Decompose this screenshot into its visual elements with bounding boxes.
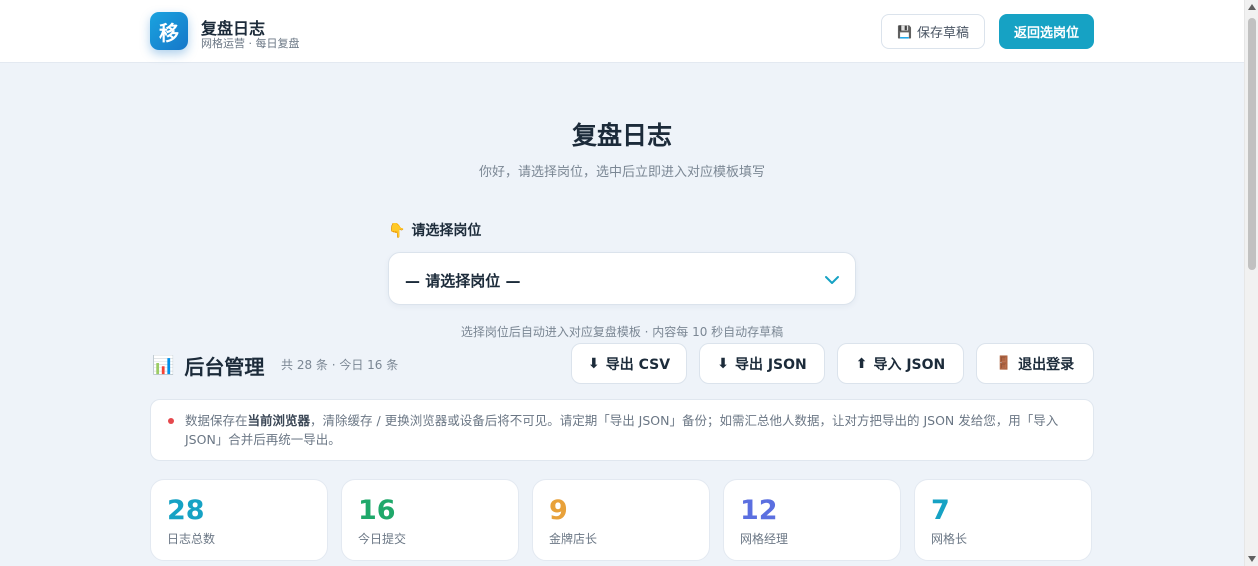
download-icon: ⬇ xyxy=(717,355,729,372)
stat-value: 9 xyxy=(549,495,568,526)
stat-label: 今日提交 xyxy=(358,532,407,546)
scrollbar-thumb[interactable] xyxy=(1248,18,1256,270)
admin-section-title: 📊 后台管理 xyxy=(152,355,265,379)
stat-label: 网格经理 xyxy=(740,532,789,546)
red-dot-icon xyxy=(168,418,174,424)
storage-notice: 数据保存在当前浏览器，清除缓存 / 更换浏览器或设备后将不可见。请定期「导出 J… xyxy=(150,399,1094,461)
page-subtitle: 你好，请选择岗位，选中后立即进入对应模板填写 xyxy=(478,165,765,180)
stat-card-today: 16 今日提交 xyxy=(341,479,519,561)
page-scrollbar[interactable] xyxy=(1244,0,1258,566)
stat-value: 16 xyxy=(358,495,396,526)
admin-count-meta: 共 28 条 · 今日 16 条 xyxy=(281,358,399,372)
stat-card-total: 28 日志总数 xyxy=(150,479,328,561)
role-select-hint: 选择岗位后自动进入对应复盘模板 · 内容每 10 秒自动存草稿 xyxy=(460,325,784,339)
download-icon: ⬇ xyxy=(587,355,600,372)
stat-label: 日志总数 xyxy=(167,532,216,546)
export-json-button[interactable]: ⬇ 导出 JSON xyxy=(699,343,825,384)
stat-value: 7 xyxy=(931,495,950,526)
stat-card-grid-leader: 7 网格长 xyxy=(914,479,1092,561)
stat-label: 金牌店长 xyxy=(549,532,598,546)
stat-card-gold-manager: 9 金牌店长 xyxy=(532,479,710,561)
stat-value: 28 xyxy=(167,495,205,526)
stat-card-grid-manager: 12 网格经理 xyxy=(723,479,901,561)
role-select-value: — 请选择岗位 — xyxy=(405,272,521,290)
scroll-up-arrow-icon[interactable] xyxy=(1248,4,1256,10)
stat-value: 12 xyxy=(740,495,778,526)
app-logo: 移 xyxy=(150,12,188,50)
storage-notice-text: 数据保存在当前浏览器，清除缓存 / 更换浏览器或设备后将不可见。请定期「导出 J… xyxy=(185,413,1059,447)
stat-label: 网格长 xyxy=(931,532,968,546)
bar-chart-icon: 📊 xyxy=(152,355,175,376)
chevron-down-icon xyxy=(825,276,839,284)
role-select[interactable]: — 请选择岗位 — xyxy=(388,252,856,305)
app-subtitle: 网格运营 · 每日复盘 xyxy=(201,37,300,50)
floppy-disk-icon: 💾 xyxy=(897,24,912,39)
import-json-button[interactable]: ⬆ 导入 JSON xyxy=(837,343,964,384)
upload-icon: ⬆ xyxy=(855,355,868,372)
door-icon: 🚪 xyxy=(995,356,1013,371)
page-title: 复盘日志 xyxy=(571,121,672,150)
export-csv-button[interactable]: ⬇ 导出 CSV xyxy=(571,343,687,384)
pointing-down-icon: 👇 xyxy=(388,223,406,239)
role-select-label: 👇 请选择岗位 xyxy=(388,223,482,239)
scroll-down-arrow-icon[interactable] xyxy=(1248,556,1256,562)
back-to-role-button[interactable]: 返回选岗位 xyxy=(999,14,1094,49)
top-bar: 移 复盘日志 网格运营 · 每日复盘 💾 保存草稿 返回选岗位 xyxy=(0,0,1244,63)
save-draft-label: 保存草稿 xyxy=(916,26,969,41)
save-draft-button[interactable]: 💾 保存草稿 xyxy=(881,14,985,49)
logout-button[interactable]: 🚪 退出登录 xyxy=(976,343,1094,384)
